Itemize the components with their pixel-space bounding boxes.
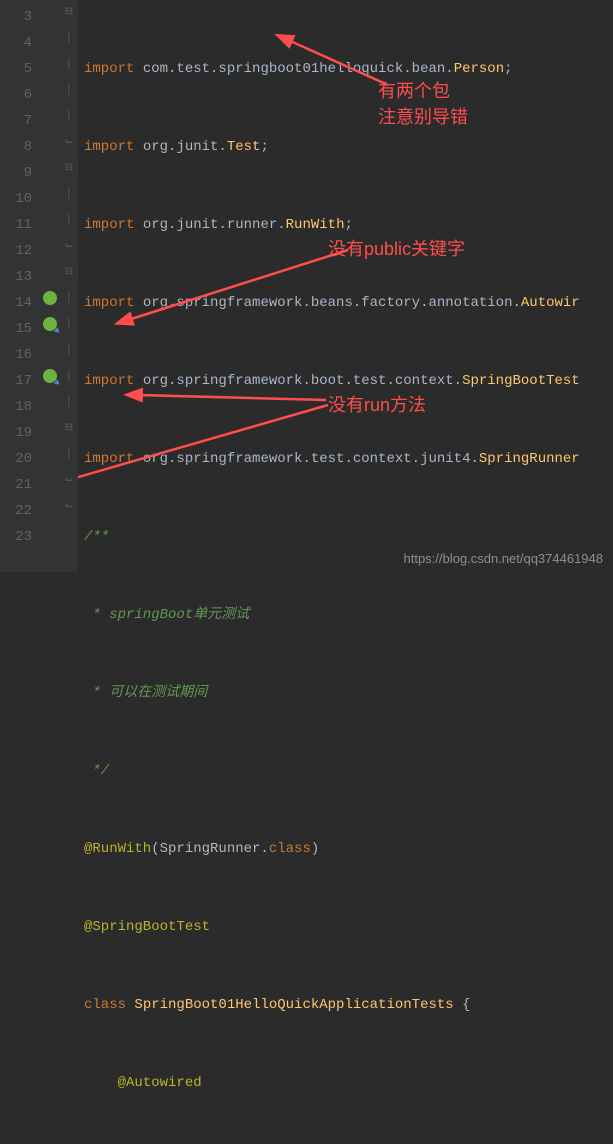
line-number: 18	[4, 394, 32, 420]
annotation-arrows	[78, 0, 613, 572]
line-number: 13	[4, 264, 32, 290]
code-line: import org.springframework.test.context.…	[84, 446, 613, 472]
line-number: 6	[4, 82, 32, 108]
code-line: @Autowired	[84, 1070, 613, 1096]
code-line: @RunWith(SpringRunner.class)	[84, 836, 613, 862]
line-number: 8	[4, 134, 32, 160]
line-number: 11	[4, 212, 32, 238]
fold-end: ⌙	[60, 468, 78, 494]
spring-icon	[43, 291, 57, 305]
code-line: import org.springframework.beans.factory…	[84, 290, 613, 316]
spring-run-icon[interactable]	[43, 369, 57, 383]
fold-end: ⌙	[60, 494, 78, 520]
annotation-text: 没有run方法	[328, 392, 426, 418]
code-line: */	[84, 758, 613, 784]
annotation-text: 没有public关键字	[328, 236, 465, 262]
line-number: 10	[4, 186, 32, 212]
line-number: 14	[4, 290, 32, 316]
code-line: /**	[84, 524, 613, 550]
code-line: import org.junit.Test;	[84, 134, 613, 160]
fold-column: ⊟ │││ │ ⌙ ⊟ ││ ⌙ ⊟ │││ ││ ⊟ │ ⌙ ⌙	[60, 0, 78, 572]
code-line: import org.junit.runner.RunWith;	[84, 212, 613, 238]
code-line: * 可以在测试期间	[84, 680, 613, 706]
line-number: 3	[4, 4, 32, 30]
code-line: class SpringBoot01HelloQuickApplicationT…	[84, 992, 613, 1018]
line-number: 7	[4, 108, 32, 134]
fold-toggle[interactable]: ⊟	[60, 0, 78, 26]
code-editor: 3 4 5 6 7 8 9 10 11 12 13 14 15 16 17 18…	[0, 0, 613, 572]
line-number: 9	[4, 160, 32, 186]
fold-toggle[interactable]: ⊟	[60, 156, 78, 182]
code-line: @SpringBootTest	[84, 914, 613, 940]
line-number: 22	[4, 498, 32, 524]
annotation-text: 注意别导错	[378, 104, 468, 130]
code-line: * springBoot单元测试	[84, 602, 613, 628]
fold-end: ⌙	[60, 234, 78, 260]
fold-toggle[interactable]: ⊟	[60, 416, 78, 442]
line-number: 12	[4, 238, 32, 264]
fold-end: ⌙	[60, 130, 78, 156]
code-line: import org.springframework.boot.test.con…	[84, 368, 613, 394]
line-number: 5	[4, 56, 32, 82]
watermark: https://blog.csdn.net/qq374461948	[404, 551, 604, 566]
line-number: 17	[4, 368, 32, 394]
line-number: 4	[4, 30, 32, 56]
line-number: 23	[4, 524, 32, 550]
line-number: 19	[4, 420, 32, 446]
code-area[interactable]: import com.test.springboot01helloquick.b…	[78, 0, 613, 572]
line-number: 16	[4, 342, 32, 368]
spring-run-icon[interactable]	[43, 317, 57, 331]
line-number: 15	[4, 316, 32, 342]
code-line: import com.test.springboot01helloquick.b…	[84, 56, 613, 82]
fold-toggle[interactable]: ⊟	[60, 260, 78, 286]
line-number-gutter: 3 4 5 6 7 8 9 10 11 12 13 14 15 16 17 18…	[0, 0, 40, 572]
line-number: 21	[4, 472, 32, 498]
annotation-text: 有两个包	[378, 78, 450, 104]
line-number: 20	[4, 446, 32, 472]
gutter-icon-column	[40, 0, 60, 572]
